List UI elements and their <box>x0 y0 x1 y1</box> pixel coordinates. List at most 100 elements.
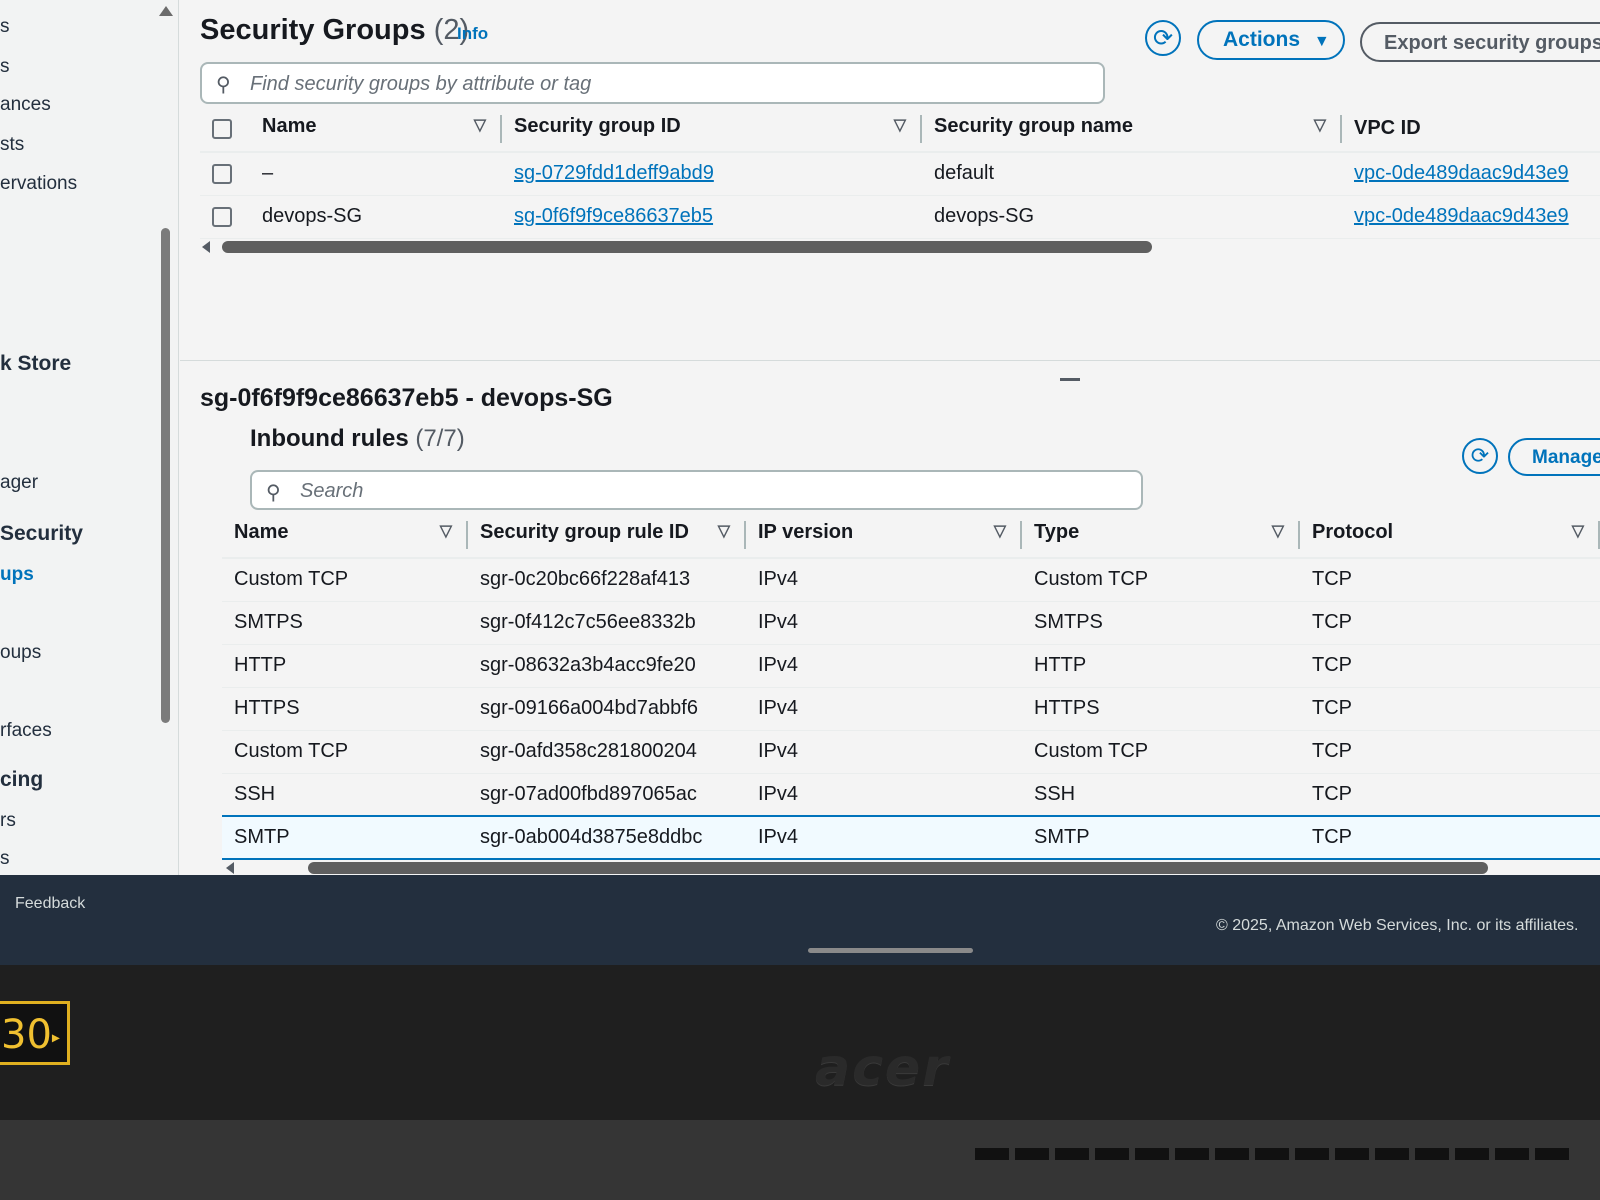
table-row[interactable]: SSH sgr-07ad00fbd897065ac IPv4 SSH TCP <box>222 773 1600 817</box>
sidebar-item[interactable]: s <box>0 16 10 38</box>
column-header-type[interactable]: Type ▽ <box>1022 512 1300 559</box>
keyboard-key <box>1215 1148 1249 1160</box>
rules-search-input[interactable]: ⚲ Search <box>250 470 1143 510</box>
protocol-cell: TCP <box>1300 558 1600 602</box>
table-row[interactable]: – sg-0729fdd1deff9abd9 default vpc-0de48… <box>200 152 1600 196</box>
split-panel-collapse-icon[interactable] <box>1060 378 1080 381</box>
sidebar-item-placement-groups[interactable]: oups <box>0 642 41 664</box>
filter-caret-icon[interactable]: ▽ <box>1314 115 1326 135</box>
select-all-checkbox[interactable] <box>212 118 232 139</box>
feedback-link[interactable]: Feedback <box>15 895 85 913</box>
rule-id-cell: sgr-07ad00fbd897065ac <box>468 773 746 817</box>
table-row[interactable]: HTTPS sgr-09166a004bd7abbf6 IPv4 HTTPS T… <box>222 687 1600 731</box>
sidebar-section-block-store: k Store <box>0 352 72 375</box>
keyboard-key <box>1535 1148 1569 1160</box>
rule-id-cell: sgr-09166a004bd7abbf6 <box>468 687 746 731</box>
sg-id-link[interactable]: sg-0729fdd1deff9abd9 <box>514 162 714 184</box>
table-row[interactable]: SMTPS sgr-0f412c7c56ee8332b IPv4 SMTPS T… <box>222 601 1600 645</box>
filter-caret-icon[interactable]: ▽ <box>718 521 730 541</box>
protocol-cell: TCP <box>1300 773 1600 817</box>
filter-caret-icon[interactable]: ▽ <box>994 521 1006 541</box>
rule-name-cell: HTTPS <box>222 687 468 731</box>
table-row[interactable]: devops-SG sg-0f6f9f9ce86637eb5 devops-SG… <box>200 195 1600 239</box>
rule-name-cell: SMTP <box>222 815 468 860</box>
table-row[interactable]: Custom TCP sgr-0c20bc66f228af413 IPv4 Cu… <box>222 558 1600 602</box>
type-cell: HTTPS <box>1022 687 1300 731</box>
refresh-icon[interactable]: ⟳ <box>1462 438 1498 474</box>
filter-caret-icon[interactable]: ▽ <box>894 115 906 135</box>
manage-rules-button[interactable]: Manage <box>1508 438 1600 476</box>
keyboard-key <box>1295 1148 1329 1160</box>
table-row-selected[interactable]: SMTP sgr-0ab004d3875e8ddbc IPv4 SMTP TCP <box>222 815 1600 860</box>
sidebar-item-instances[interactable]: ances <box>0 94 51 116</box>
inbound-rules-table: Name ▽ Security group rule ID ▽ IP version… <box>222 512 1600 860</box>
column-header-name[interactable]: Name ▽ <box>250 106 502 153</box>
actions-button[interactable]: Actions ▼ <box>1197 20 1345 60</box>
column-header-security-group-id[interactable]: Security group ID ▽ <box>502 106 922 153</box>
row-checkbox[interactable] <box>212 163 232 184</box>
sidebar-item-lifecycle-manager[interactable]: ager <box>0 472 38 494</box>
export-security-groups-button[interactable]: Export security groups <box>1360 22 1600 62</box>
rule-name-cell: Custom TCP <box>222 730 468 774</box>
vpc-id-link[interactable]: vpc-0de489daac9d43e9 <box>1354 162 1569 184</box>
sg-table-horizontal-scrollbar[interactable] <box>222 241 1152 253</box>
filter-caret-icon[interactable]: ▽ <box>440 521 452 541</box>
column-header-name[interactable]: Name ▽ <box>222 512 468 559</box>
scroll-left-arrow-icon[interactable] <box>202 241 210 253</box>
column-header-rule-id[interactable]: Security group rule ID ▽ <box>468 512 746 559</box>
ip-version-cell: IPv4 <box>746 601 1022 645</box>
sidebar-scrollbar[interactable] <box>161 228 170 723</box>
inbound-rules-count: (7/7) <box>415 425 465 452</box>
filter-caret-icon[interactable]: ▽ <box>1272 521 1284 541</box>
ip-version-cell: IPv4 <box>746 815 1022 860</box>
rule-name-cell: SSH <box>222 773 468 817</box>
rules-table-horizontal-scrollbar[interactable] <box>308 862 1488 874</box>
column-header-vpc-id[interactable]: VPC ID <box>1342 106 1600 153</box>
ip-version-cell: IPv4 <box>746 730 1022 774</box>
keyboard-key <box>1095 1148 1129 1160</box>
keyboard-key <box>975 1148 1009 1160</box>
search-placeholder: Find security groups by attribute or tag <box>250 73 592 95</box>
keyboard-key <box>1175 1148 1209 1160</box>
search-icon: ⚲ <box>266 482 281 504</box>
column-header-ip-version[interactable]: IP version ▽ <box>746 512 1022 559</box>
rule-id-cell: sgr-08632a3b4acc9fe20 <box>468 644 746 688</box>
ip-version-cell: IPv4 <box>746 687 1022 731</box>
sidebar-item-security-groups[interactable]: ups <box>0 564 34 586</box>
rule-id-cell: sgr-0c20bc66f228af413 <box>468 558 746 602</box>
security-group-search-input[interactable]: ⚲ Find security groups by attribute or t… <box>200 62 1105 104</box>
row-checkbox[interactable] <box>212 206 232 227</box>
table-row[interactable]: Custom TCP sgr-0afd358c281800204 IPv4 Cu… <box>222 730 1600 774</box>
column-header-protocol[interactable]: Protocol ▽ <box>1300 512 1600 559</box>
copyright-text: © 2025, Amazon Web Services, Inc. or its… <box>1216 917 1579 934</box>
table-header-row: Name ▽ Security group rule ID ▽ IP version… <box>222 512 1600 559</box>
sg-name-cell: devops-SG <box>250 195 502 239</box>
detail-panel-title: sg-0f6f9f9ce86637eb5 - devops-SG <box>200 384 613 412</box>
select-all-checkbox-cell[interactable] <box>200 106 250 153</box>
vpc-id-link[interactable]: vpc-0de489daac9d43e9 <box>1354 205 1569 227</box>
column-header-security-group-name[interactable]: Security group name ▽ <box>922 106 1342 153</box>
rule-id-cell: sgr-0afd358c281800204 <box>468 730 746 774</box>
type-cell: Custom TCP <box>1022 730 1300 774</box>
table-row[interactable]: HTTP sgr-08632a3b4acc9fe20 IPv4 HTTP TCP <box>222 644 1600 688</box>
home-indicator <box>808 948 973 953</box>
sidebar-item-reservations[interactable]: ervations <box>0 173 77 195</box>
scroll-left-arrow-icon[interactable] <box>226 862 234 874</box>
sidebar-item-target-groups[interactable]: s <box>0 848 10 870</box>
sg-id-link[interactable]: sg-0f6f9f9ce86637eb5 <box>514 205 713 227</box>
filter-caret-icon[interactable]: ▽ <box>1572 521 1584 541</box>
sidebar-item-network-interfaces[interactable]: rfaces <box>0 720 52 742</box>
play-triangle-icon: ▸ <box>51 1027 60 1047</box>
refresh-icon[interactable]: ⟳ <box>1145 20 1181 56</box>
sidebar-item-load-balancers[interactable]: rs <box>0 810 16 832</box>
rule-id-cell: sgr-0ab004d3875e8ddbc <box>468 815 746 860</box>
keyboard-key <box>1495 1148 1529 1160</box>
info-link[interactable]: Info <box>457 24 488 44</box>
scroll-up-arrow-icon[interactable] <box>159 6 173 16</box>
type-cell: SSH <box>1022 773 1300 817</box>
sidebar-item[interactable]: s <box>0 56 10 78</box>
filter-caret-icon[interactable]: ▽ <box>474 115 486 135</box>
type-cell: HTTP <box>1022 644 1300 688</box>
keyboard-key <box>1135 1148 1169 1160</box>
sidebar-item-dedicated-hosts[interactable]: sts <box>0 134 24 156</box>
